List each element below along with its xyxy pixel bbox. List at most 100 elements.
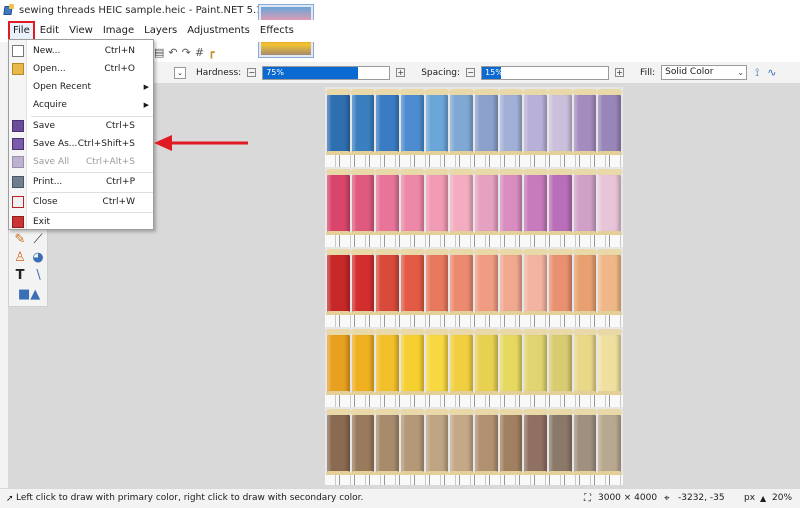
paste-icon[interactable]: ▤: [154, 46, 164, 59]
file-menu-new[interactable]: New... Ctrl+N: [9, 42, 155, 60]
menu-item-label: Acquire: [33, 100, 67, 110]
file-menu-exit[interactable]: Exit: [9, 213, 155, 231]
menu-image[interactable]: Image: [98, 21, 139, 41]
menu-file[interactable]: File: [8, 21, 35, 41]
brush-width-dropdown[interactable]: ⌄: [174, 66, 186, 79]
file-menu-save[interactable]: Save Ctrl+S: [9, 117, 155, 135]
thread-spool: [375, 169, 400, 237]
thread-spool: [572, 409, 598, 477]
save-icon: [12, 120, 24, 132]
text-tool-icon[interactable]: T: [12, 268, 28, 284]
thread-spool: [474, 409, 499, 477]
menu-edit[interactable]: Edit: [35, 21, 64, 41]
antialias-icon[interactable]: ∿: [767, 66, 776, 79]
hardness-value: 75%: [266, 67, 284, 77]
thread-spool: [572, 249, 598, 317]
menu-layers[interactable]: Layers: [139, 21, 182, 41]
line-curve-tool-icon[interactable]: ∖: [30, 268, 46, 284]
menu-item-label: Exit: [33, 217, 51, 227]
thread-spool: [449, 249, 474, 317]
thread-spool: [449, 169, 474, 237]
thread-spool: [597, 89, 622, 157]
menu-item-shortcut: Ctrl+P: [106, 177, 135, 187]
thread-spool: [572, 329, 598, 397]
thread-spool: [548, 249, 573, 317]
thread-spool: [350, 249, 376, 317]
thread-spool: [326, 249, 351, 317]
thread-spool: [523, 249, 548, 317]
menu-item-label: New...: [33, 46, 61, 56]
thread-spool: [375, 89, 400, 157]
file-menu-acquire[interactable]: Acquire ▶: [9, 96, 155, 114]
thread-spool: [350, 89, 376, 157]
thread-spool: [523, 169, 548, 237]
file-menu-print[interactable]: Print... Ctrl+P: [9, 173, 155, 191]
spacing-increase-button[interactable]: +: [615, 68, 625, 77]
menu-item-label: Save As...: [33, 139, 78, 149]
thread-spool: [326, 169, 351, 237]
hardness-decrease-button[interactable]: −: [247, 68, 257, 77]
paintbrush-tool-icon[interactable]: ✎: [12, 232, 28, 248]
redo-icon[interactable]: ↷: [182, 46, 191, 59]
file-menu-open[interactable]: Open... Ctrl+O: [9, 60, 155, 78]
thread-spool: [449, 89, 474, 157]
cursor-icon: ➚: [6, 494, 14, 504]
thread-spool-row: [325, 249, 623, 317]
thread-spool: [597, 409, 622, 477]
menu-item-label: Print...: [33, 177, 63, 187]
thread-spool: [523, 89, 548, 157]
status-bar: ➚ Left click to draw with primary color,…: [0, 488, 800, 508]
spacing-decrease-button[interactable]: −: [466, 68, 476, 77]
thread-spool: [498, 169, 524, 237]
thread-spool-row: [325, 409, 623, 477]
thread-spool: [474, 249, 499, 317]
fill-select[interactable]: Solid Color ⌄: [661, 65, 748, 80]
image-size: 3000 × 4000: [598, 493, 658, 503]
chevron-up-icon[interactable]: ▲: [760, 489, 766, 508]
cursor-position-icon: ⌖: [664, 493, 670, 504]
grid-icon[interactable]: #: [195, 46, 204, 59]
hardness-increase-button[interactable]: +: [396, 68, 406, 77]
zoom-level[interactable]: 20%: [772, 489, 792, 508]
thread-spool: [424, 169, 450, 237]
cursor-position: -3232, -35: [678, 493, 725, 503]
menu-item-label: Save All: [33, 157, 70, 167]
thread-spool-row: [325, 169, 623, 237]
unit-selector[interactable]: px: [744, 489, 755, 508]
ruler-icon[interactable]: ┏: [208, 46, 215, 59]
thread-spool: [350, 409, 376, 477]
undo-icon[interactable]: ↶: [168, 46, 177, 59]
title-bar: sewing threads HEIC sample.heic - Paint.…: [0, 0, 800, 20]
clone-stamp-tool-icon[interactable]: ♙: [12, 250, 28, 266]
spacing-slider[interactable]: 15%: [481, 65, 610, 80]
color-picker-tool-icon[interactable]: ⟋: [30, 232, 46, 248]
thread-spool: [449, 409, 474, 477]
window-title: sewing threads HEIC sample.heic - Paint.…: [19, 4, 279, 16]
hardness-slider[interactable]: 75%: [262, 65, 391, 80]
recolor-tool-icon[interactable]: ◕: [30, 250, 46, 266]
submenu-arrow-icon: ▶: [143, 101, 149, 109]
blend-mode-icon[interactable]: ⟟: [755, 66, 759, 80]
fill-label: Fill:: [640, 67, 656, 78]
barcode-label-strip: [325, 475, 623, 485]
file-menu-save-as[interactable]: Save As... Ctrl+Shift+S: [9, 135, 155, 153]
thread-spool: [400, 89, 425, 157]
menu-item-label: Save: [33, 121, 56, 131]
file-menu-open-recent[interactable]: Open Recent ▶: [9, 78, 155, 96]
menu-effects[interactable]: Effects: [255, 21, 299, 41]
menu-item-shortcut: Ctrl+W: [102, 197, 135, 207]
menu-item-label: Close: [33, 197, 58, 207]
menu-item-label: Open Recent: [33, 82, 92, 92]
thread-spool: [474, 89, 499, 157]
thread-spool: [498, 89, 524, 157]
thread-spool: [572, 89, 598, 157]
image-size-icon: ⛶: [584, 493, 591, 504]
spacing-label: Spacing:: [421, 67, 461, 78]
shapes-tool-icon[interactable]: ■▲: [18, 287, 40, 303]
file-menu-close[interactable]: Close Ctrl+W: [9, 193, 155, 211]
menu-adjustments[interactable]: Adjustments: [182, 21, 255, 41]
file-menu-save-all: Save All Ctrl+Alt+S: [9, 153, 155, 171]
menu-view[interactable]: View: [64, 21, 98, 41]
canvas-image[interactable]: [325, 87, 623, 485]
print-icon: [12, 176, 24, 188]
